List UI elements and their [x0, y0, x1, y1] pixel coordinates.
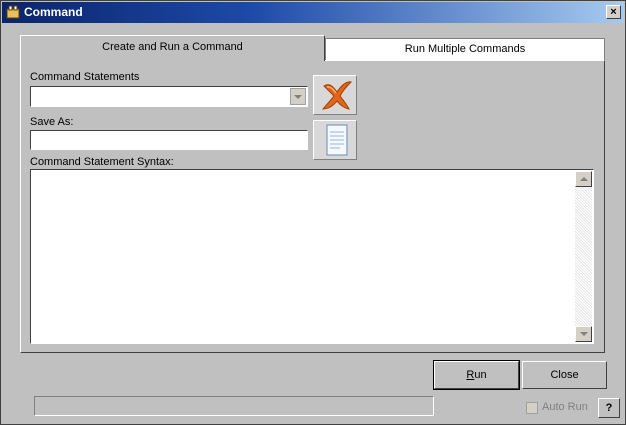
command-statements-label: Command Statements — [30, 71, 140, 83]
close-icon: × — [610, 6, 617, 18]
x-delete-icon — [321, 81, 353, 110]
auto-run-checkbox[interactable] — [526, 402, 538, 414]
command-window: Command × Create and Run a Command Run M… — [0, 0, 626, 425]
syntax-textarea[interactable] — [32, 171, 575, 342]
document-icon — [326, 124, 348, 156]
close-button[interactable]: Close — [522, 361, 607, 389]
save-as-input[interactable] — [30, 130, 308, 150]
run-button[interactable]: Run — [433, 360, 520, 390]
tab-run-multiple[interactable]: Run Multiple Commands — [325, 38, 605, 61]
scroll-up-arrow-icon[interactable] — [575, 171, 592, 187]
chevron-down-icon[interactable] — [290, 88, 306, 105]
syntax-label: Command Statement Syntax: — [30, 156, 174, 168]
status-bar — [34, 396, 434, 416]
run-label-rest: un — [474, 369, 487, 381]
window-icon — [6, 5, 20, 19]
command-statements-combo[interactable] — [30, 86, 308, 107]
save-as-label: Save As: — [30, 116, 74, 128]
scroll-down-arrow-icon[interactable] — [575, 326, 592, 342]
new-statement-button[interactable] — [313, 120, 357, 160]
auto-run-label: Auto Run — [542, 401, 588, 413]
delete-statement-button[interactable] — [313, 75, 357, 115]
window-title: Command — [24, 5, 83, 19]
help-button[interactable]: ? — [598, 398, 620, 418]
title-bar[interactable]: Command × — [2, 2, 624, 23]
title-close-button[interactable]: × — [606, 5, 621, 19]
tab-create-and-run[interactable]: Create and Run a Command — [20, 35, 325, 61]
syntax-scrollbar[interactable] — [575, 171, 592, 342]
syntax-box — [30, 169, 594, 344]
